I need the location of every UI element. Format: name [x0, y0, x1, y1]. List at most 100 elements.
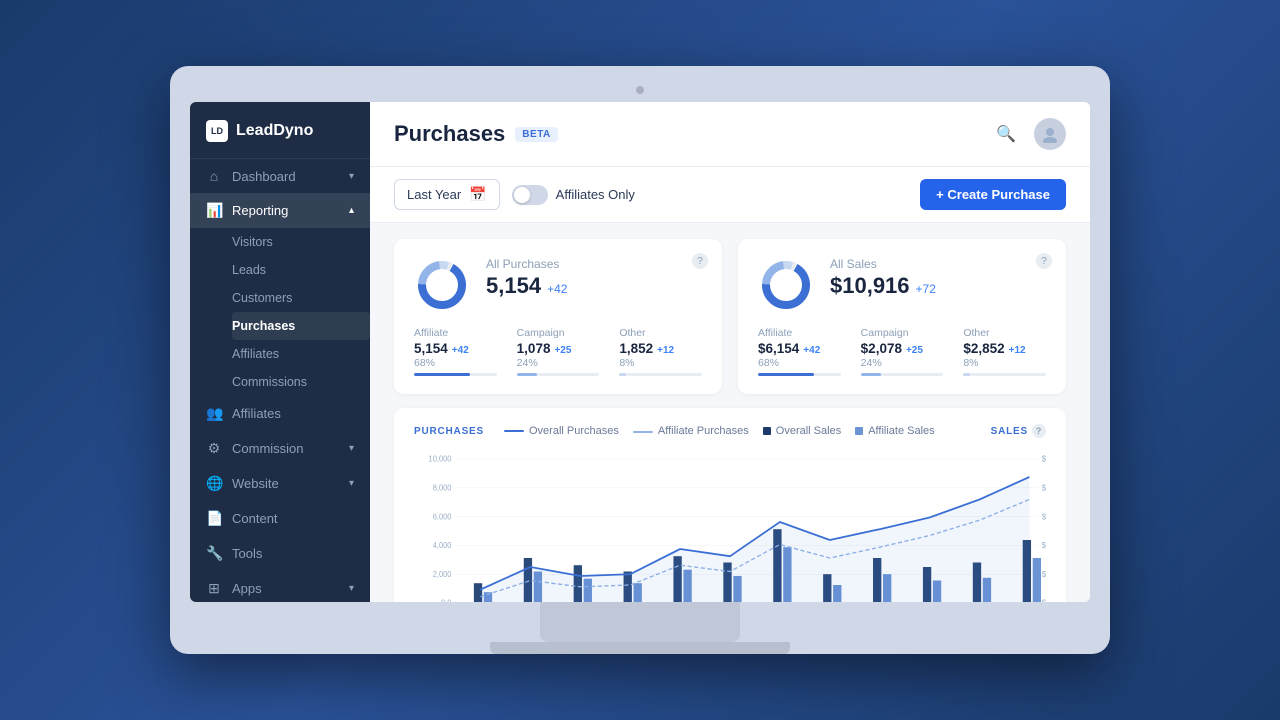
- svg-text:0,0: 0,0: [441, 598, 452, 602]
- sidebar-item-label: Dashboard: [232, 169, 296, 184]
- beta-badge: BETA: [515, 127, 557, 142]
- campaign-pct: 24%: [517, 357, 600, 369]
- purchases-stat-info: All Purchases 5,154 +42: [486, 257, 702, 299]
- reporting-submenu: Visitors Leads Customers Purchases Affil…: [190, 228, 370, 396]
- area-fill: [481, 477, 1030, 602]
- sidebar-item-label: Website: [232, 476, 279, 491]
- sales-breakdown-other: Other $2,852 +12 8%: [963, 327, 1046, 376]
- svg-text:$1,000: $1,000: [1042, 570, 1046, 579]
- sales-card-header: All Sales $10,916 +72: [758, 257, 1046, 313]
- affiliate-bar: [414, 373, 497, 376]
- affiliates-toggle-group: Affiliates Only: [512, 185, 635, 205]
- campaign-value: 1,078 +25: [517, 341, 600, 356]
- top-bar: Purchases BETA 🔍: [370, 102, 1090, 167]
- chart-legend: Overall Purchases Affiliate Purchases Ov…: [504, 425, 971, 437]
- svg-text:8,000: 8,000: [433, 483, 452, 492]
- sidebar-item-purchases[interactable]: Purchases: [232, 312, 370, 340]
- affiliate-value: 5,154 +42: [414, 341, 497, 356]
- sidebar-item-customers[interactable]: Customers: [232, 284, 370, 312]
- affiliates-toggle[interactable]: [512, 185, 548, 205]
- page-title: Purchases: [394, 121, 505, 147]
- purchases-stat-card: ?: [394, 239, 722, 394]
- affiliates-toggle-label: Affiliates Only: [556, 187, 635, 202]
- legend-dot-overall: [763, 427, 771, 435]
- dashboard-icon: ⌂: [206, 168, 222, 184]
- logo-text: LeadDyno: [236, 122, 313, 140]
- apps-icon: ⊞: [206, 580, 222, 597]
- svg-text:2,000: 2,000: [433, 570, 452, 579]
- filter-bar: Last Year 📅 Affiliates Only + Create Pur…: [370, 167, 1090, 223]
- create-purchase-button[interactable]: + Create Purchase: [920, 179, 1066, 210]
- sidebar-item-affiliates[interactable]: 👥 Affiliates: [190, 396, 370, 431]
- sidebar-item-website[interactable]: 🌐 Website ▾: [190, 466, 370, 501]
- campaign-bar: [517, 373, 600, 376]
- sidebar-item-visitors[interactable]: Visitors: [232, 228, 370, 256]
- date-filter[interactable]: Last Year 📅: [394, 179, 500, 210]
- sidebar-sub-label: Affiliates: [232, 347, 279, 361]
- sidebar-item-affiliates-r[interactable]: Affiliates: [232, 340, 370, 368]
- other-pct: 8%: [619, 357, 702, 369]
- legend-affiliate-purchases: Affiliate Purchases: [633, 425, 749, 437]
- purchases-card-header: All Purchases 5,154 +42: [414, 257, 702, 313]
- sales-stat-card: ? All Sales: [738, 239, 1066, 394]
- purchases-chart-label: PURCHASES: [414, 426, 484, 437]
- chevron-down-icon: ▾: [349, 443, 354, 454]
- commission-icon: ⚙: [206, 440, 222, 457]
- sales-info-icon-chart[interactable]: ?: [1032, 424, 1046, 438]
- sales-breakdown-affiliate: Affiliate $6,154 +42 68%: [758, 327, 841, 376]
- other-value: 1,852 +12: [619, 341, 702, 356]
- sidebar-item-tools[interactable]: 🔧 Tools: [190, 536, 370, 571]
- affiliates-icon: 👥: [206, 405, 222, 422]
- sidebar-item-label: Commission: [232, 441, 304, 456]
- sidebar-item-content[interactable]: 📄 Content: [190, 501, 370, 536]
- sales-info-icon[interactable]: ?: [1036, 253, 1052, 269]
- purchases-label: All Purchases: [486, 257, 702, 271]
- legend-overall-purchases: Overall Purchases: [504, 425, 619, 437]
- sales-delta: +72: [916, 282, 936, 296]
- calendar-icon: 📅: [469, 186, 486, 203]
- purchases-value: 5,154 +42: [486, 273, 702, 299]
- chart-header: PURCHASES Overall Purchases Affiliate Pu…: [414, 424, 1046, 438]
- content-icon: 📄: [206, 510, 222, 527]
- sidebar-item-commission[interactable]: ⚙ Commission ▾: [190, 431, 370, 466]
- sidebar-item-label: Content: [232, 511, 278, 526]
- legend-line-overall: [504, 430, 524, 432]
- svg-text:$5,000: $5,000: [1042, 454, 1046, 463]
- toggle-knob: [514, 187, 530, 203]
- campaign-title: Campaign: [517, 327, 600, 339]
- sidebar-item-dashboard[interactable]: ⌂ Dashboard ▾: [190, 159, 370, 193]
- affiliate-pct: 68%: [414, 357, 497, 369]
- sidebar-item-reporting[interactable]: 📊 Reporting ▴: [190, 193, 370, 228]
- sidebar-item-leads[interactable]: Leads: [232, 256, 370, 284]
- svg-text:6,000: 6,000: [433, 512, 452, 521]
- sidebar-item-label: Affiliates: [232, 406, 281, 421]
- sidebar-item-label: Tools: [232, 546, 262, 561]
- sales-breakdown: Affiliate $6,154 +42 68% Campaign: [758, 327, 1046, 376]
- stats-row: ?: [370, 223, 1090, 394]
- chart-svg-container: 10,000 8,000 6,000 4,000 2,000 0,0 $5,00…: [414, 450, 1046, 602]
- svg-text:$3,000: $3,000: [1042, 512, 1046, 521]
- purchases-donut: [414, 257, 470, 313]
- sidebar-item-apps[interactable]: ⊞ Apps ▾: [190, 571, 370, 602]
- search-button[interactable]: 🔍: [990, 118, 1022, 150]
- sales-chart-label: SALES ?: [991, 424, 1046, 438]
- sidebar-sub-label: Commissions: [232, 375, 307, 389]
- top-actions: 🔍: [990, 118, 1066, 150]
- legend-overall-sales: Overall Sales: [763, 425, 841, 437]
- purchases-info-icon[interactable]: ?: [692, 253, 708, 269]
- svg-text:$0,0: $0,0: [1042, 598, 1046, 602]
- logo-icon: LD: [206, 120, 228, 142]
- sidebar-sub-label: Leads: [232, 263, 266, 277]
- svg-text:10,000: 10,000: [429, 454, 452, 463]
- sidebar: LD LeadDyno ⌂ Dashboard ▾ 📊 Reporting ▴ …: [190, 102, 370, 602]
- logo: LD LeadDyno: [190, 102, 370, 159]
- chevron-up-icon: ▴: [349, 205, 354, 216]
- reporting-icon: 📊: [206, 202, 222, 219]
- svg-text:$4,000: $4,000: [1042, 483, 1046, 492]
- sidebar-sub-label: Purchases: [232, 319, 295, 333]
- website-icon: 🌐: [206, 475, 222, 492]
- sidebar-item-commissions[interactable]: Commissions: [232, 368, 370, 396]
- chart-area: PURCHASES Overall Purchases Affiliate Pu…: [394, 408, 1066, 602]
- tools-icon: 🔧: [206, 545, 222, 562]
- other-bar: [619, 373, 702, 376]
